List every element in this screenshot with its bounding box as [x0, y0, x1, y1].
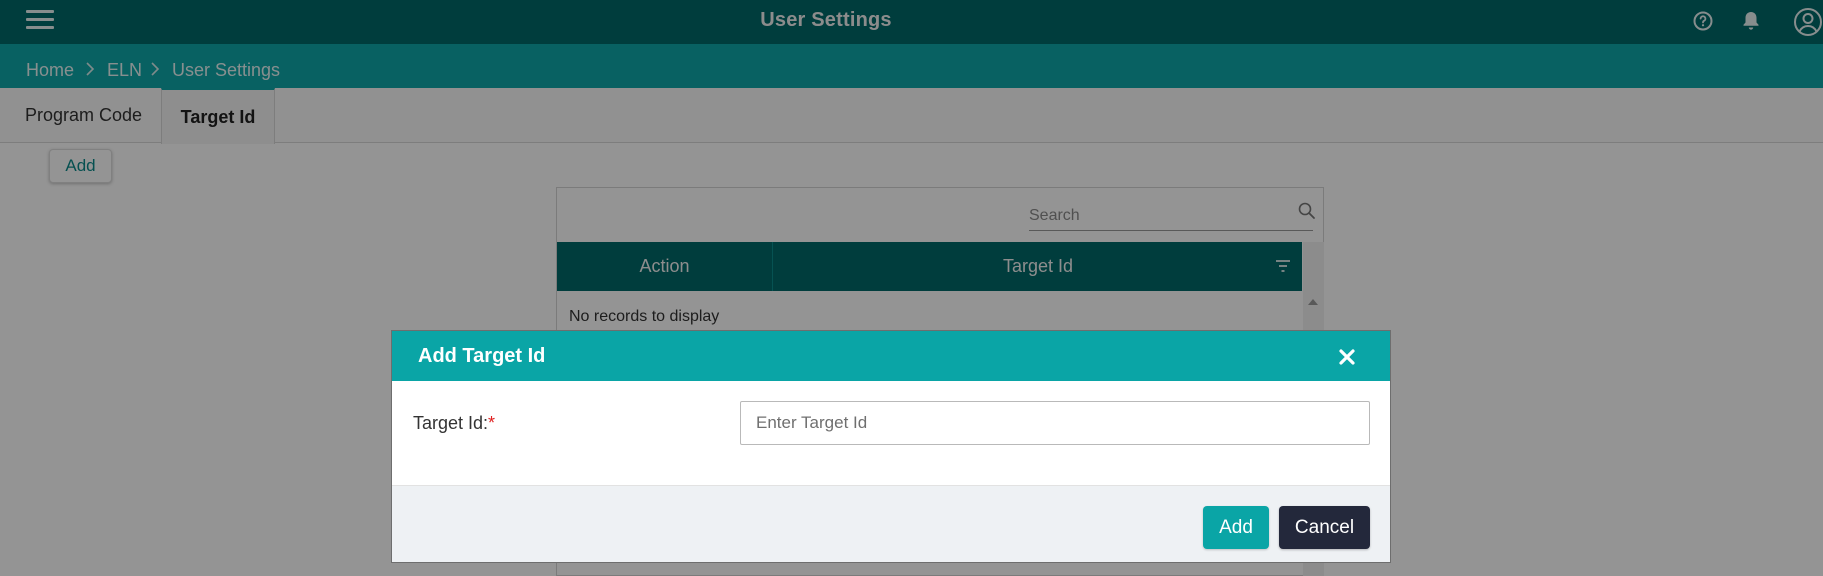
dialog-cancel-button[interactable]: Cancel	[1279, 506, 1370, 549]
dialog-header: Add Target Id	[392, 331, 1390, 381]
dialog-footer: Add Cancel	[392, 485, 1390, 562]
target-id-input[interactable]	[740, 401, 1370, 445]
close-icon[interactable]	[1338, 348, 1356, 366]
dialog-title: Add Target Id	[418, 345, 546, 367]
dialog-add-button[interactable]: Add	[1203, 506, 1269, 549]
required-marker: *	[488, 413, 496, 433]
target-id-label: Target Id:*	[413, 413, 496, 433]
add-target-id-dialog: Add Target Id Target Id:* Add Cancel	[391, 330, 1391, 563]
